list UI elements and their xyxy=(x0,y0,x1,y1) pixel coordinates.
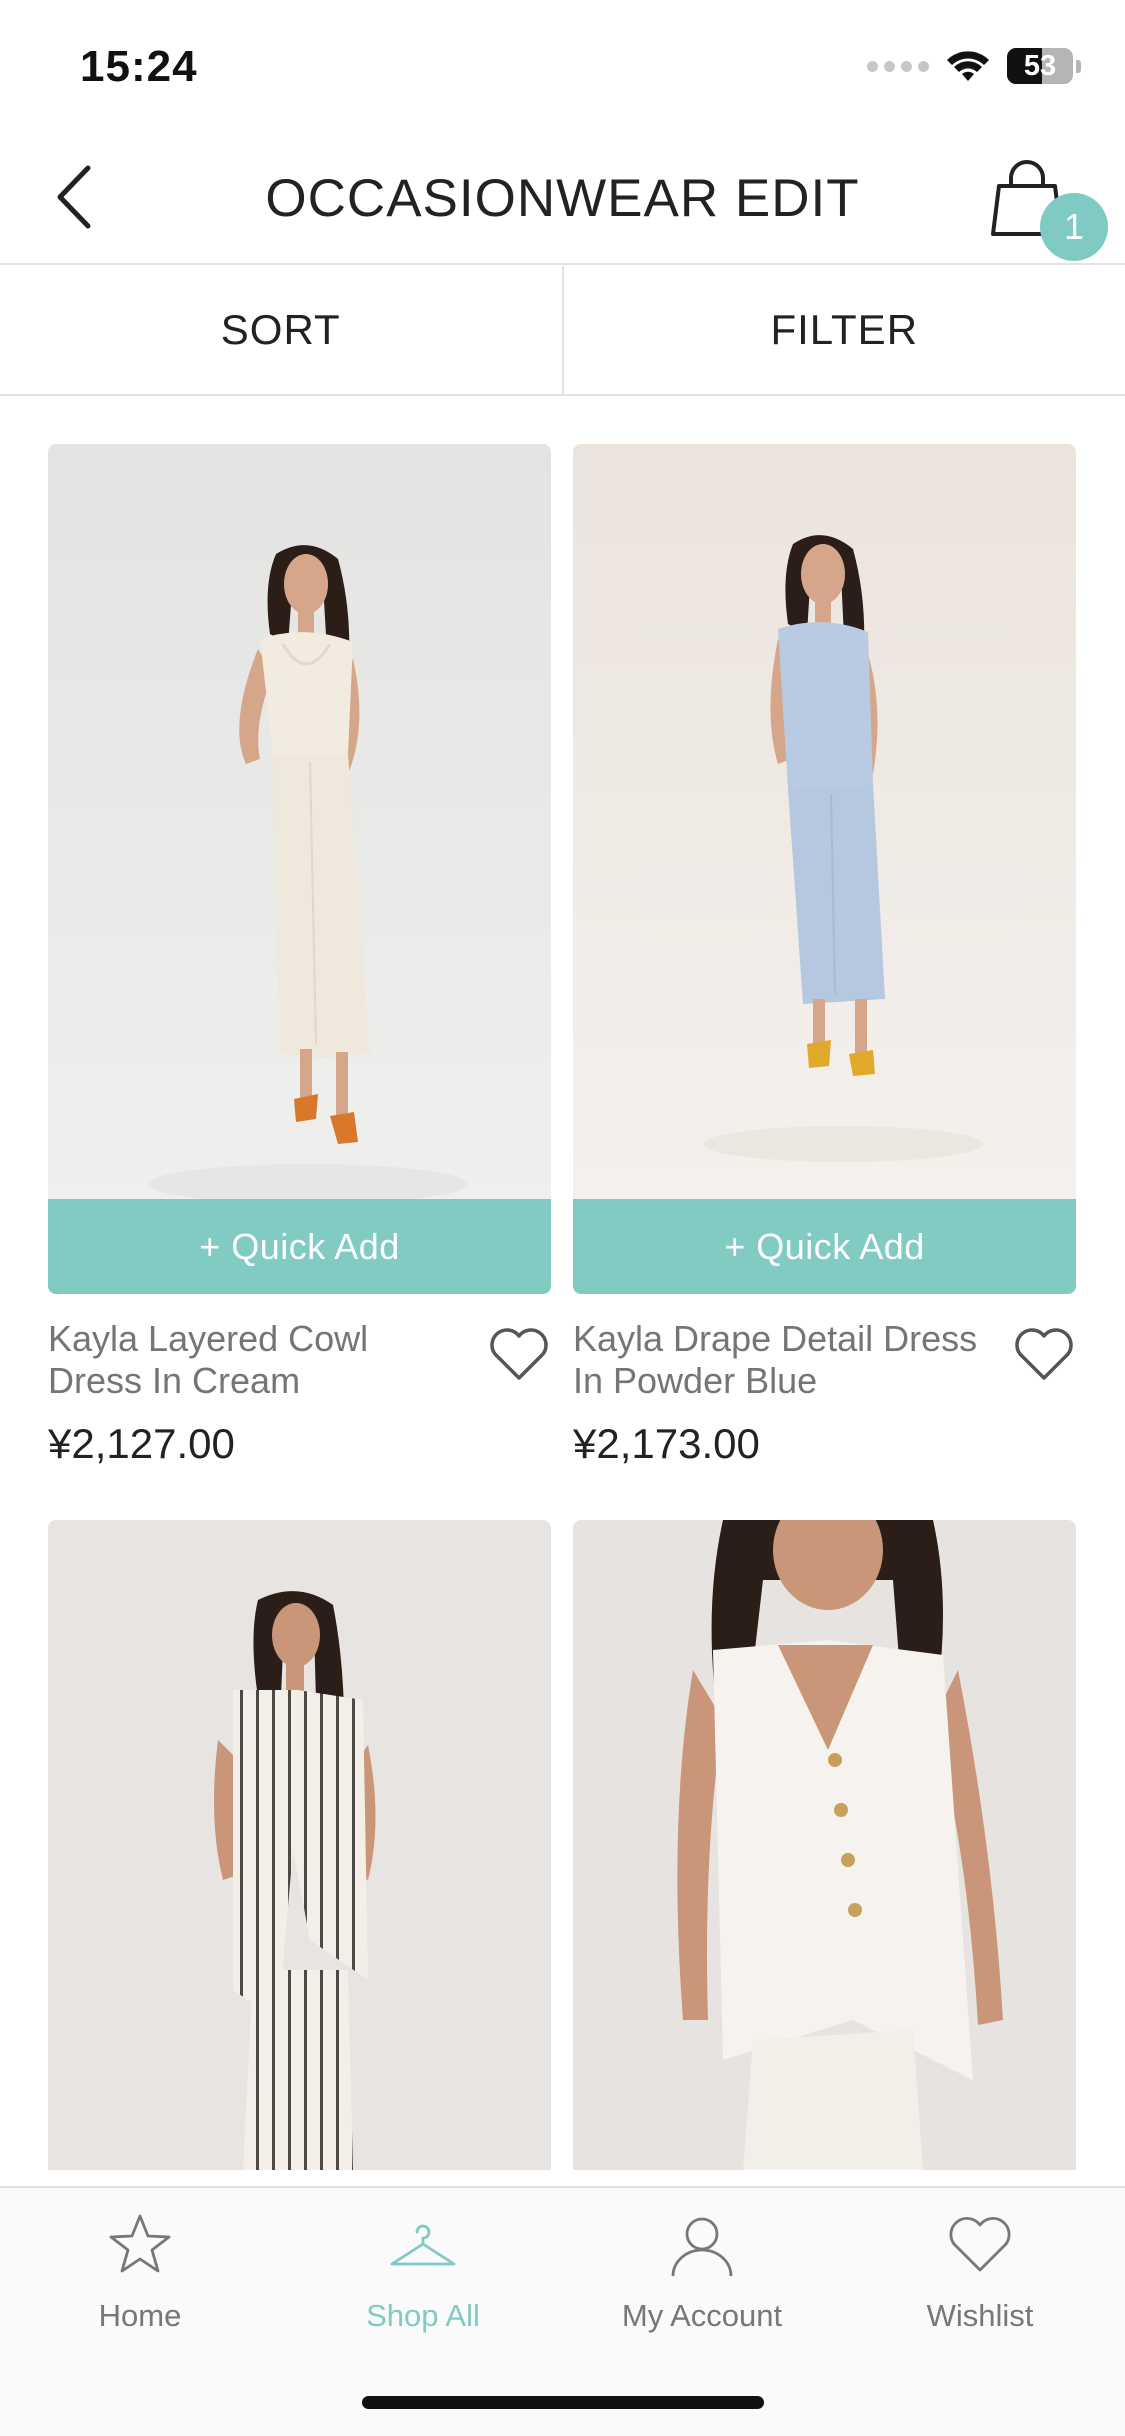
product-info: Kayla Drape Detail Dress In Powder Blue … xyxy=(573,1294,1076,1468)
quick-add-button[interactable]: + Quick Add xyxy=(48,1199,551,1294)
product-info: Kayla Layered Cowl Dress In Cream ¥2,127… xyxy=(48,1294,551,1468)
product-photo xyxy=(573,1520,1076,2170)
filter-button[interactable]: FILTER xyxy=(564,266,1125,394)
product-card[interactable] xyxy=(48,1520,551,2170)
heart-icon xyxy=(490,1328,548,1380)
product-card[interactable]: + Quick Add Kayla Layered Cowl Dress In … xyxy=(48,444,551,1468)
signal-icon xyxy=(867,60,929,72)
quick-add-button[interactable]: + Quick Add xyxy=(573,1199,1076,1294)
hanger-icon xyxy=(390,2224,456,2266)
sort-button[interactable]: SORT xyxy=(0,266,562,394)
status-icons: 53 xyxy=(867,48,1081,84)
tab-label: Wishlist xyxy=(926,2298,1034,2333)
page-title: OCCASIONWEAR EDIT xyxy=(265,169,860,228)
heart-icon xyxy=(949,2217,1011,2272)
status-time: 15:24 xyxy=(80,42,198,91)
sort-filter-bar: SORT FILTER xyxy=(0,266,1125,396)
tab-label: Shop All xyxy=(366,2298,480,2333)
wifi-icon xyxy=(947,51,989,81)
status-bar: 15:24 53 xyxy=(0,0,1125,130)
tab-shop-all[interactable]: Shop All xyxy=(313,2210,533,2334)
product-image[interactable] xyxy=(48,1520,551,2170)
product-card[interactable] xyxy=(573,1520,1076,2170)
product-grid: + Quick Add Kayla Layered Cowl Dress In … xyxy=(0,396,1125,2186)
product-price: ¥2,127.00 xyxy=(48,1420,235,1467)
wishlist-button[interactable] xyxy=(1012,1324,1076,1384)
product-photo xyxy=(48,444,551,1199)
wishlist-button[interactable] xyxy=(487,1324,551,1384)
tab-home[interactable]: Home xyxy=(30,2210,250,2334)
star-icon xyxy=(109,2214,171,2273)
product-name[interactable]: Kayla Layered Cowl Dress In Cream xyxy=(48,1318,468,1402)
product-name[interactable]: Kayla Drape Detail Dress In Powder Blue xyxy=(573,1318,993,1402)
app-header: OCCASIONWEAR EDIT xyxy=(0,130,1125,265)
heart-icon xyxy=(1015,1328,1073,1380)
tab-wishlist[interactable]: Wishlist xyxy=(870,2210,1090,2334)
tab-label: My Account xyxy=(621,2298,783,2333)
product-image[interactable] xyxy=(48,444,551,1199)
home-indicator xyxy=(362,2396,764,2409)
product-photo xyxy=(573,444,1076,1199)
product-image[interactable] xyxy=(573,1520,1076,2170)
tab-my-account[interactable]: My Account xyxy=(592,2210,812,2334)
product-image[interactable] xyxy=(573,444,1076,1199)
product-price: ¥2,173.00 xyxy=(573,1420,760,1467)
tab-label: Home xyxy=(98,2298,182,2333)
product-card[interactable]: + Quick Add Kayla Drape Detail Dress In … xyxy=(573,444,1076,1468)
user-icon xyxy=(671,2217,733,2277)
battery-icon: 53 xyxy=(1007,48,1081,84)
product-photo xyxy=(48,1520,551,2170)
cart-badge[interactable]: 1 xyxy=(1040,193,1108,261)
